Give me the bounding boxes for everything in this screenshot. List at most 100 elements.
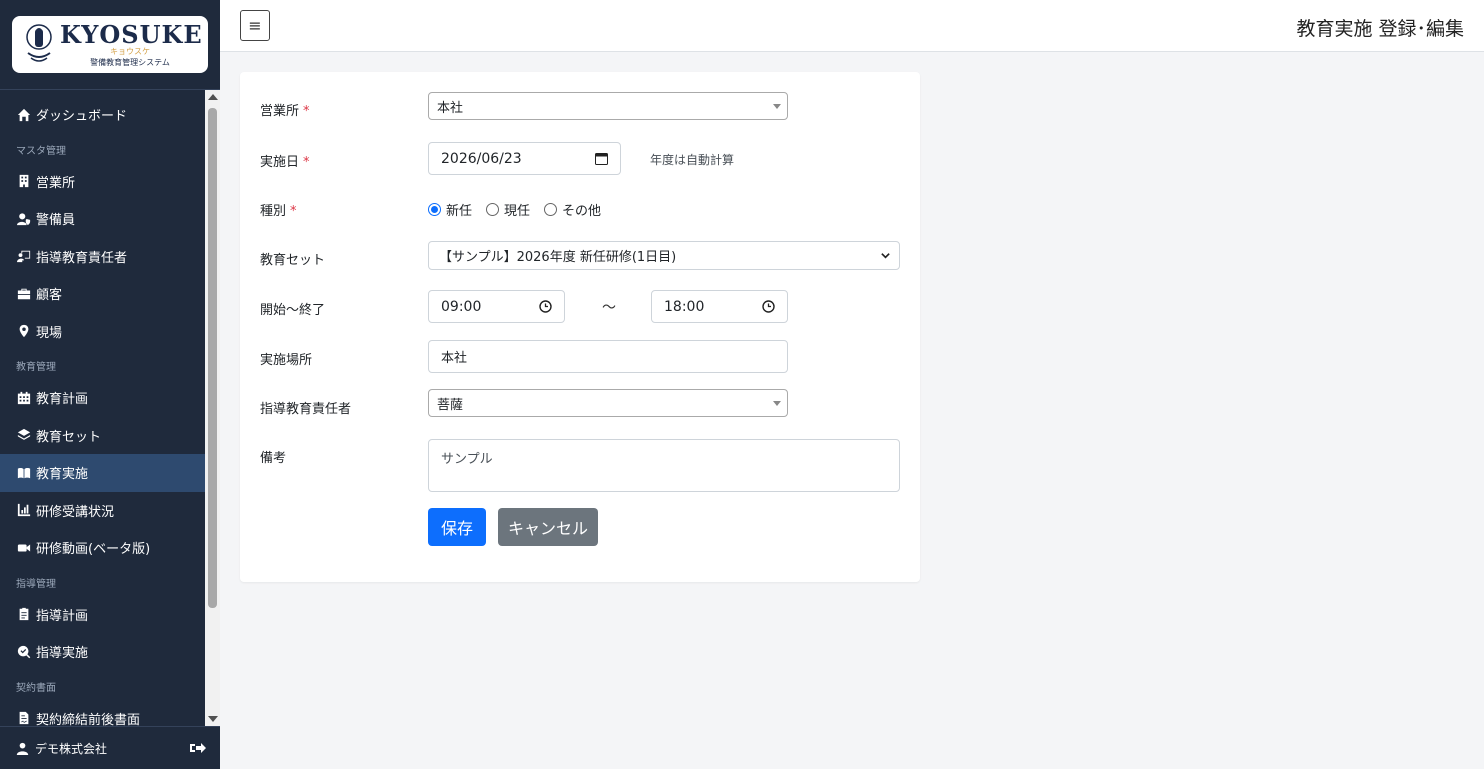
- time-label: 開始～終了: [260, 303, 326, 318]
- sidebar-item-label: 指導教育責任者: [36, 250, 128, 266]
- sidebar-item-label: 教育管理: [16, 362, 56, 373]
- chart-bar-icon: [16, 502, 32, 518]
- sidebar-item-label: 現場: [36, 325, 63, 341]
- fiscal-year-hint: 年度は自動計算: [650, 153, 735, 167]
- end-time-input[interactable]: 18:00: [651, 290, 788, 323]
- place-label: 実施場所: [260, 353, 313, 368]
- radio-dot[interactable]: [428, 203, 441, 216]
- sidebar-item[interactable]: 警備員: [0, 200, 205, 238]
- sidebar-item-label: 契約締結前後書面: [36, 712, 141, 726]
- user-name: デモ株式会社: [35, 741, 108, 756]
- logo-kana: キョウスケ: [110, 47, 150, 56]
- sidebar-item-label: 指導計画: [36, 608, 89, 624]
- sidebar-item[interactable]: 現場: [0, 313, 205, 351]
- save-button[interactable]: 保存: [428, 508, 486, 546]
- sidebar-item-label: ダッシュボード: [36, 109, 128, 125]
- category-radio-group: 新任 現任 その他: [428, 200, 615, 219]
- sidebar-section-label: 指導管理: [0, 567, 205, 596]
- form-card: 営業所 * 本社 実施日 * 2026/06/23 年度は自動計算 種別 * 新任 現…: [240, 72, 920, 582]
- sidebar-item[interactable]: 教育実施: [0, 454, 205, 492]
- clock-icon[interactable]: [539, 300, 552, 313]
- user-icon: [16, 742, 29, 755]
- sidebar-section-label: 教育管理: [0, 350, 205, 379]
- sidebar-item[interactable]: 研修動画(ベータ版): [0, 529, 205, 567]
- sidebar-item[interactable]: 指導実施: [0, 633, 205, 671]
- map-marker-icon: [16, 323, 32, 339]
- required-mark: *: [303, 155, 310, 170]
- sidebar-item-label: 教育実施: [36, 467, 89, 483]
- notes-label: 備考: [260, 451, 287, 466]
- education-set-select[interactable]: 【サンプル】2026年度 新任研修(1日目): [428, 241, 900, 270]
- sidebar-item-label: マスタ管理: [16, 145, 66, 157]
- sidebar-item-label: 研修動画(ベータ版): [36, 542, 151, 558]
- sidebar-item-label: 教育計画: [36, 392, 89, 408]
- logout-icon[interactable]: [190, 741, 206, 755]
- sidebar-item-label: 教育セット: [36, 429, 102, 445]
- instructor-select[interactable]: 菩薩: [428, 389, 788, 417]
- instructor-label: 指導教育責任者: [260, 402, 352, 417]
- logo[interactable]: KYOSUKE キョウスケ 警備教育管理システム: [12, 16, 208, 73]
- sidebar-item[interactable]: 契約締結前後書面: [0, 700, 205, 726]
- required-mark: *: [290, 204, 297, 219]
- sidebar-nav: ダッシュボードマスタ管理営業所警備員指導教育責任者 顧客現場教育管理教育計画教育セ…: [0, 90, 205, 726]
- office-select[interactable]: 本社: [428, 92, 788, 120]
- layers-icon: [16, 427, 32, 443]
- calendar-picker-icon[interactable]: [595, 152, 608, 165]
- user-account[interactable]: デモ株式会社: [16, 740, 190, 757]
- sidebar-item[interactable]: 指導計画: [0, 596, 205, 634]
- scroll-down-arrow-icon[interactable]: [208, 716, 218, 722]
- set-label: 教育セット: [260, 253, 326, 268]
- category-label: 種別 *: [260, 204, 297, 219]
- sidebar-section-label: 契約書面: [0, 671, 205, 700]
- notes-textarea[interactable]: サンプル: [428, 439, 900, 492]
- home-icon: [16, 107, 32, 123]
- sidebar-scrollbar[interactable]: [205, 90, 220, 726]
- scroll-up-arrow-icon[interactable]: [208, 94, 218, 100]
- start-time-input[interactable]: 09:00: [428, 290, 565, 323]
- sidebar-item[interactable]: 研修受講状況: [0, 492, 205, 530]
- clipboard-icon: [16, 606, 32, 622]
- sidebar-item[interactable]: 指導教育責任者: [0, 238, 205, 276]
- radio-dot[interactable]: [544, 203, 558, 216]
- scroll-thumb[interactable]: [208, 108, 217, 608]
- top-header: ≡ 教育実施 登録･編集: [220, 0, 1484, 52]
- sidebar-item[interactable]: 教育計画: [0, 379, 205, 417]
- sidebar-item-label: 顧客: [36, 288, 63, 304]
- radio-other[interactable]: その他: [544, 200, 601, 219]
- time-separator: ～: [602, 300, 616, 316]
- sidebar-item[interactable]: 顧客: [0, 275, 205, 313]
- menu-toggle-button[interactable]: ≡: [240, 10, 270, 41]
- page-title: 教育実施 登録･編集: [1296, 18, 1464, 40]
- place-input[interactable]: 本社: [428, 340, 788, 373]
- video-icon: [16, 540, 32, 556]
- sidebar-item-label: 契約書面: [16, 682, 56, 694]
- file-contract-icon: [16, 710, 32, 726]
- building-icon: [16, 173, 32, 189]
- search-check-icon: [16, 644, 32, 660]
- sidebar-item-label: 指導管理: [16, 578, 56, 590]
- calendar-icon: [16, 390, 32, 406]
- sidebar-item[interactable]: ダッシュボード: [0, 96, 205, 134]
- chevron-down-icon: [881, 253, 890, 259]
- required-mark: *: [303, 104, 310, 119]
- clock-icon[interactable]: [762, 300, 775, 313]
- book-open-icon: [16, 465, 32, 481]
- sidebar-item[interactable]: 教育セット: [0, 417, 205, 455]
- sidebar-item-label: 指導実施: [36, 646, 89, 662]
- logo-area: KYOSUKE キョウスケ 警備教育管理システム: [0, 0, 220, 90]
- user-shield-icon: [16, 211, 32, 227]
- dropdown-arrow-icon: [773, 401, 781, 406]
- cancel-button[interactable]: キャンセル: [498, 508, 598, 546]
- sidebar-item[interactable]: 営業所: [0, 163, 205, 201]
- radio-dot[interactable]: [486, 203, 500, 216]
- logo-title: KYOSUKE: [60, 20, 203, 49]
- dropdown-arrow-icon: [773, 104, 781, 109]
- sidebar-section-label: マスタ管理: [0, 134, 205, 163]
- sidebar-item-label: 営業所: [36, 175, 76, 191]
- briefcase-icon: [16, 286, 32, 302]
- radio-new[interactable]: 新任: [428, 200, 472, 219]
- sidebar-item-label: 研修受講状況: [36, 504, 115, 520]
- sidebar: KYOSUKE キョウスケ 警備教育管理システム ダッシュボードマスタ管理営業所…: [0, 0, 220, 769]
- date-input[interactable]: 2026/06/23: [428, 142, 621, 175]
- radio-current[interactable]: 現任: [486, 200, 530, 219]
